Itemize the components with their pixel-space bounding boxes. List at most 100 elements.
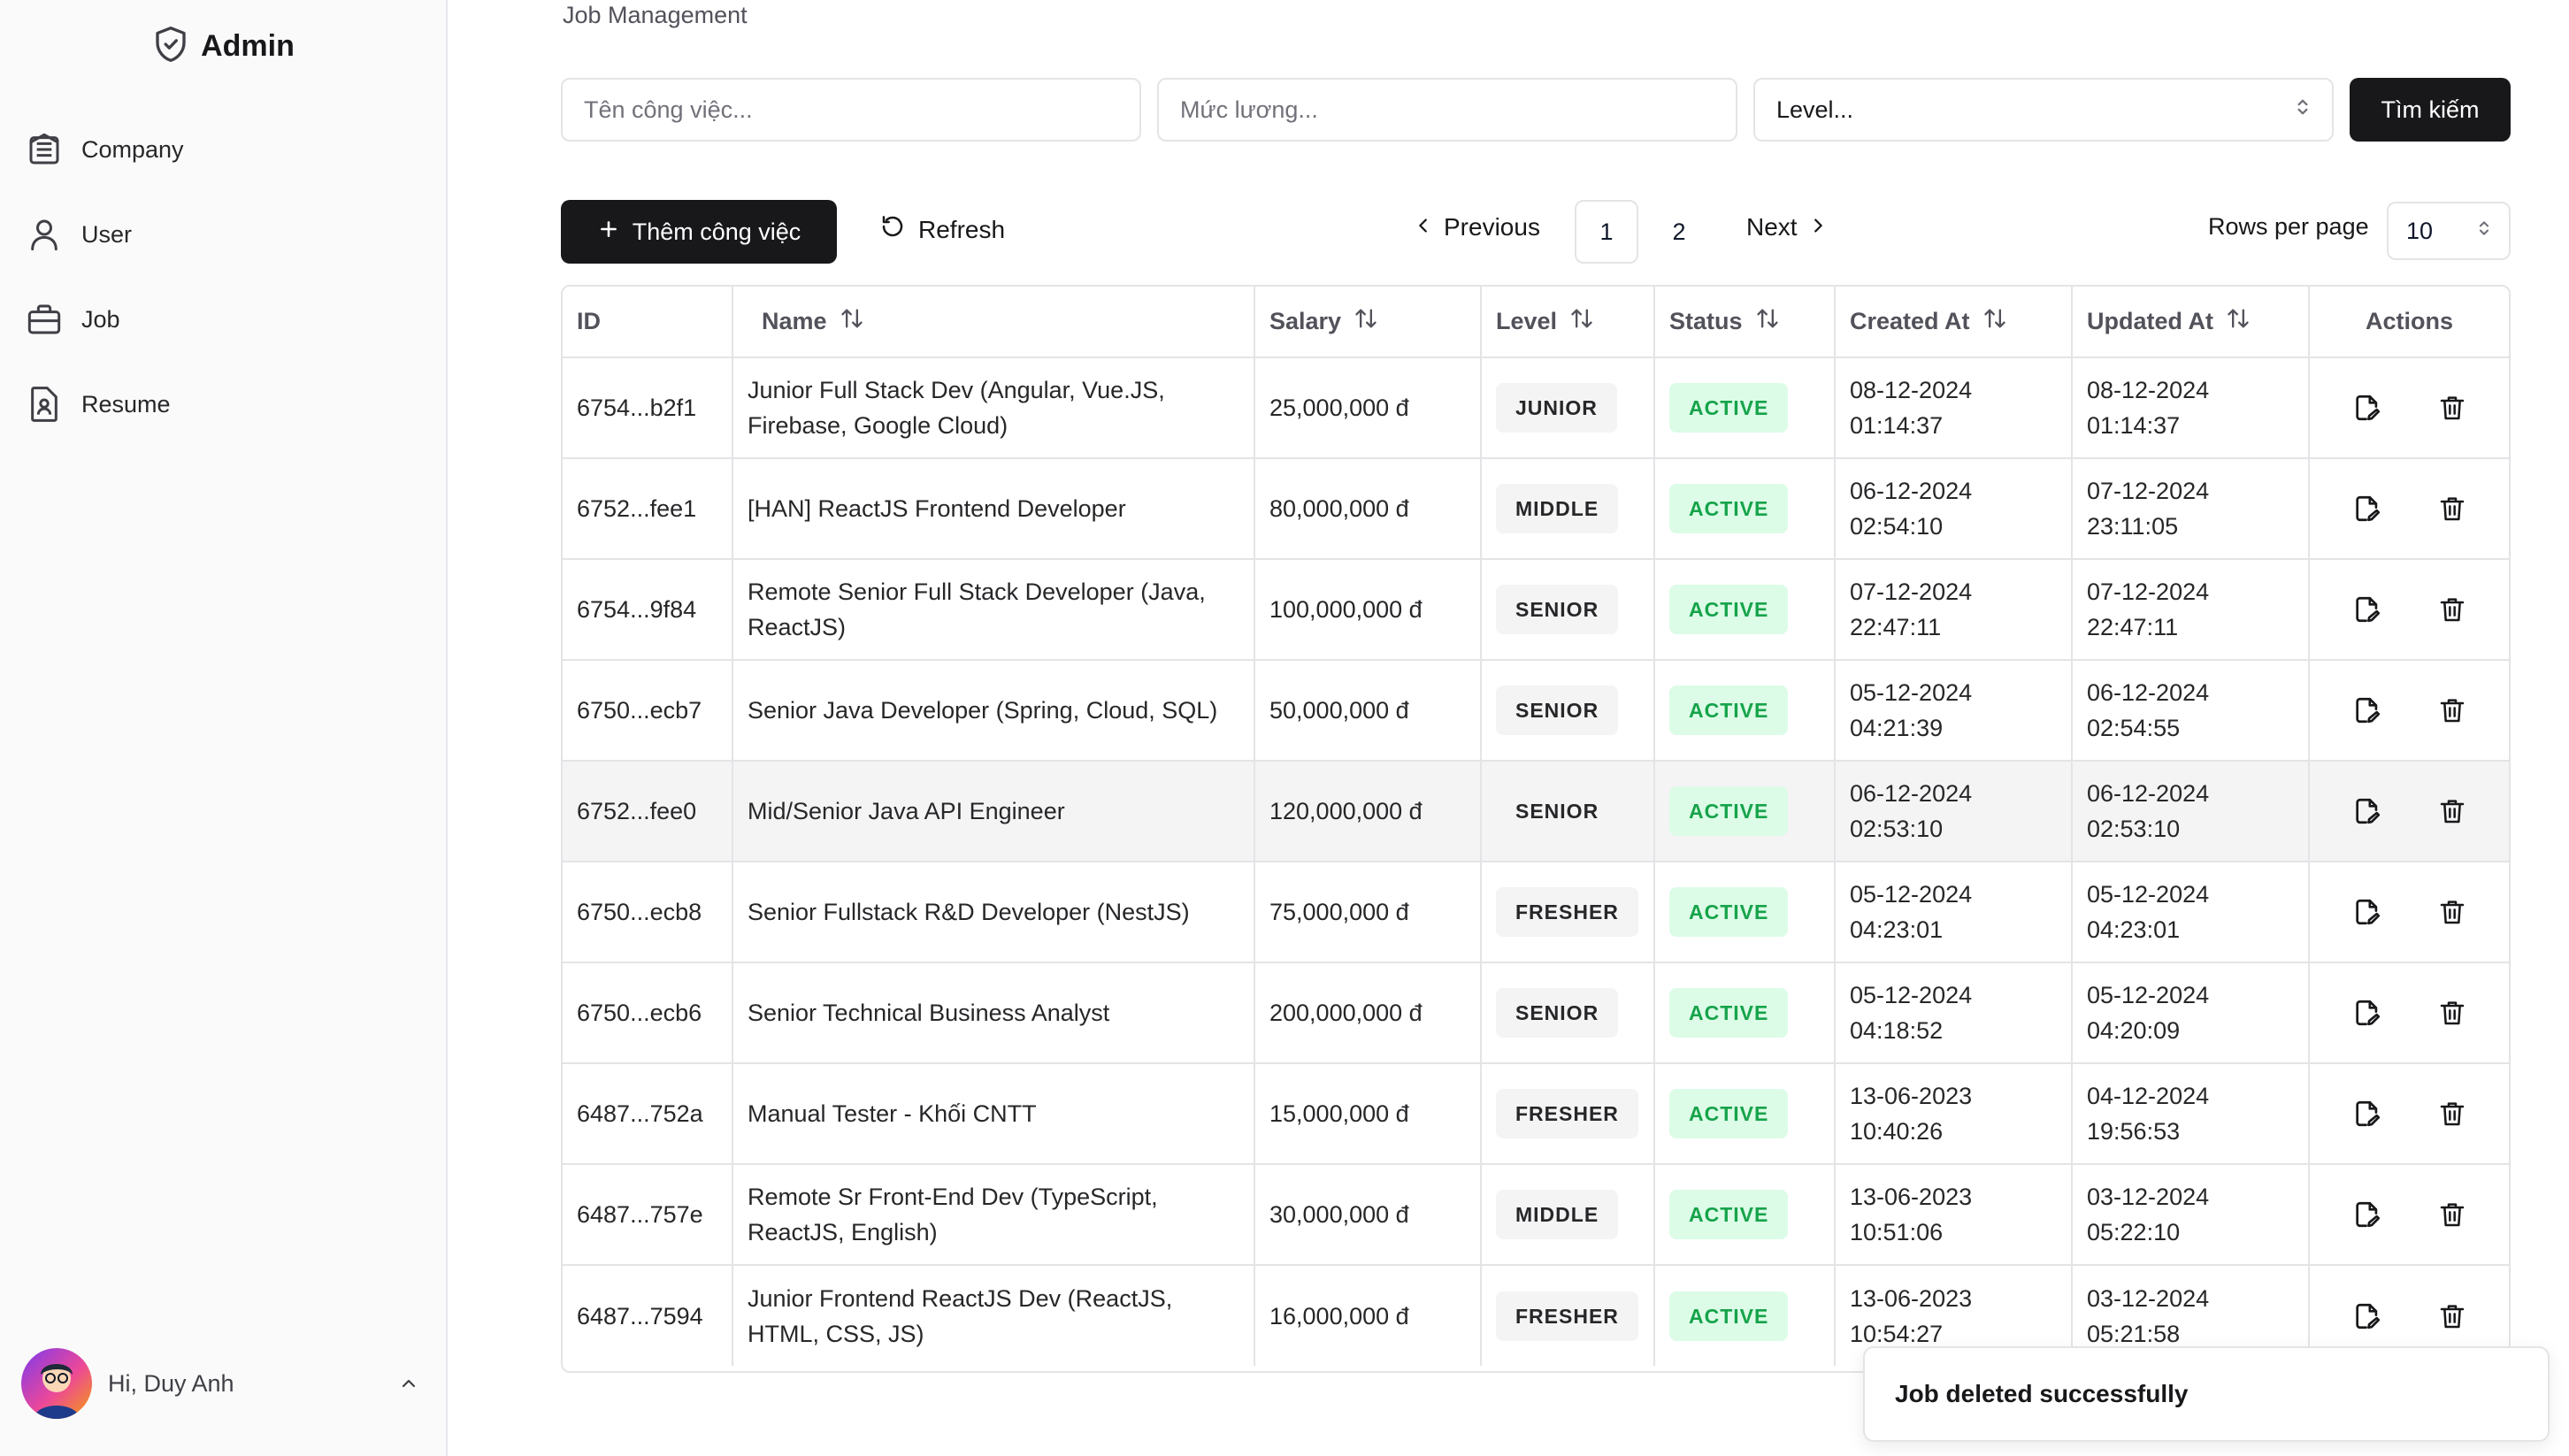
cell-level: JUNIOR (1480, 357, 1654, 459)
sidebar-item-resume[interactable]: Resume (23, 377, 423, 432)
cell-name: Remote Senior Full Stack Developer (Java… (732, 559, 1254, 661)
sort-icon (840, 306, 864, 337)
status-badge: ACTIVE (1669, 484, 1789, 533)
trash-icon[interactable] (2435, 995, 2470, 1031)
sidebar-item-user[interactable]: User (23, 207, 423, 262)
cell-level: SENIOR (1480, 962, 1654, 1064)
user-menu[interactable]: Hi, Duy Anh (21, 1348, 425, 1419)
cell-id: 6487...757e (563, 1164, 732, 1266)
column-header-name[interactable]: Name (732, 287, 1254, 358)
edit-icon[interactable] (2350, 1197, 2385, 1232)
trash-icon[interactable] (2435, 1096, 2470, 1131)
job-name-search-input[interactable] (561, 78, 1141, 142)
cell-created-at: 13-06-2023 10:40:26 (1834, 1063, 2072, 1165)
cell-created-at: 13-06-2023 10:51:06 (1834, 1164, 2072, 1266)
cell-actions (2308, 862, 2509, 963)
level-select-value: Level... (1776, 96, 1854, 123)
cell-name: Manual Tester - Khối CNTT (732, 1063, 1254, 1165)
status-badge: ACTIVE (1669, 887, 1789, 937)
building-icon (25, 130, 64, 169)
pagination-previous[interactable]: Previous (1414, 213, 1540, 241)
level-badge: FRESHER (1496, 1089, 1638, 1138)
edit-icon[interactable] (2350, 894, 2385, 930)
cell-status: ACTIVE (1653, 559, 1835, 661)
column-header-updated-at[interactable]: Updated At (2071, 287, 2309, 358)
cell-actions (2308, 761, 2509, 862)
search-button[interactable]: Tìm kiếm (2350, 78, 2511, 142)
sort-icon (2226, 306, 2251, 337)
sidebar-item-label: Company (81, 135, 184, 163)
trash-icon[interactable] (2435, 1197, 2470, 1232)
cell-status: ACTIVE (1653, 1063, 1835, 1165)
trash-icon[interactable] (2435, 793, 2470, 829)
edit-icon[interactable] (2350, 592, 2385, 627)
edit-icon[interactable] (2350, 693, 2385, 728)
cell-id: 6487...7594 (577, 1302, 703, 1330)
status-badge: ACTIVE (1669, 686, 1789, 735)
cell-actions (2308, 357, 2509, 459)
column-header-created-at[interactable]: Created At (1834, 287, 2072, 358)
trash-icon[interactable] (2435, 491, 2470, 526)
avatar (21, 1348, 92, 1419)
refresh-button[interactable]: Refresh (879, 213, 1005, 246)
edit-icon[interactable] (2350, 390, 2385, 425)
table-row: 6487...752a Manual Tester - Khối CNTT 15… (563, 1063, 2509, 1165)
cell-level: SENIOR (1480, 761, 1654, 862)
trash-icon[interactable] (2435, 693, 2470, 728)
edit-icon[interactable] (2350, 995, 2385, 1031)
plus-icon (597, 218, 620, 247)
edit-icon[interactable] (2350, 491, 2385, 526)
cell-salary: 100,000,000 đ (1254, 559, 1481, 661)
cell-status: ACTIVE (1653, 660, 1835, 762)
level-badge: FRESHER (1496, 1291, 1638, 1341)
sort-icon (1569, 306, 1594, 337)
table-row: 6750...ecb7 Senior Java Developer (Sprin… (563, 660, 2509, 762)
edit-icon[interactable] (2350, 793, 2385, 829)
sidebar-item-company[interactable]: Company (23, 122, 423, 177)
cell-updated-at: 08-12-2024 01:14:37 (2071, 357, 2309, 459)
chevron-up-icon[interactable] (393, 1368, 425, 1399)
column-header-actions: Actions (2308, 287, 2509, 358)
level-badge: MIDDLE (1496, 1190, 1619, 1239)
sidebar-item-job[interactable]: Job (23, 292, 423, 347)
cell-status: ACTIVE (1653, 862, 1835, 963)
column-header-status[interactable]: Status (1653, 287, 1835, 358)
cell-salary: 25,000,000 đ (1254, 357, 1481, 459)
cell-name: Junior Frontend ReactJS Dev (ReactJS, HT… (732, 1265, 1254, 1366)
status-badge: ACTIVE (1669, 1190, 1789, 1239)
status-badge: ACTIVE (1669, 988, 1789, 1038)
table-row: 6752...fee1 [HAN] ReactJS Frontend Devel… (563, 458, 2509, 560)
salary-search-input[interactable] (1157, 78, 1737, 142)
pagination-next[interactable]: Next (1746, 213, 1828, 241)
sidebar-item-label: User (81, 220, 133, 248)
rows-per-page-select[interactable]: 10 (2387, 202, 2511, 260)
column-header-salary[interactable]: Salary (1254, 287, 1481, 358)
cell-salary: 50,000,000 đ (1254, 660, 1481, 762)
cell-status: ACTIVE (1653, 357, 1835, 459)
page-1[interactable]: 1 (1575, 200, 1638, 264)
sidebar-item-label: Resume (81, 390, 171, 418)
add-job-button[interactable]: Thêm công việc (561, 200, 837, 264)
edit-icon[interactable] (2350, 1299, 2385, 1334)
cell-salary: 16,000,000 đ (1254, 1265, 1481, 1366)
page-2[interactable]: 2 (1647, 200, 1711, 264)
chevron-updown-icon (2295, 96, 2311, 125)
trash-icon[interactable] (2435, 390, 2470, 425)
level-badge: FRESHER (1496, 887, 1638, 937)
breadcrumb: Job Management (563, 2, 748, 28)
edit-icon[interactable] (2350, 1096, 2385, 1131)
status-badge: ACTIVE (1669, 1291, 1789, 1341)
trash-icon[interactable] (2435, 592, 2470, 627)
cell-updated-at: 07-12-2024 23:11:05 (2071, 458, 2309, 560)
brand[interactable]: Admin (0, 21, 448, 71)
column-header-level[interactable]: Level (1480, 287, 1654, 358)
cell-name: Senior Technical Business Analyst (732, 962, 1254, 1064)
level-select[interactable]: Level... (1753, 78, 2334, 142)
cell-actions (2308, 559, 2509, 661)
cell-level: MIDDLE (1480, 1164, 1654, 1266)
table-row: 6752...fee0 Mid/Senior Java API Engineer… (563, 761, 2509, 862)
table-row: 6750...ecb6 Senior Technical Business An… (563, 962, 2509, 1064)
briefcase-icon (25, 300, 64, 339)
trash-icon[interactable] (2435, 894, 2470, 930)
trash-icon[interactable] (2435, 1299, 2470, 1334)
